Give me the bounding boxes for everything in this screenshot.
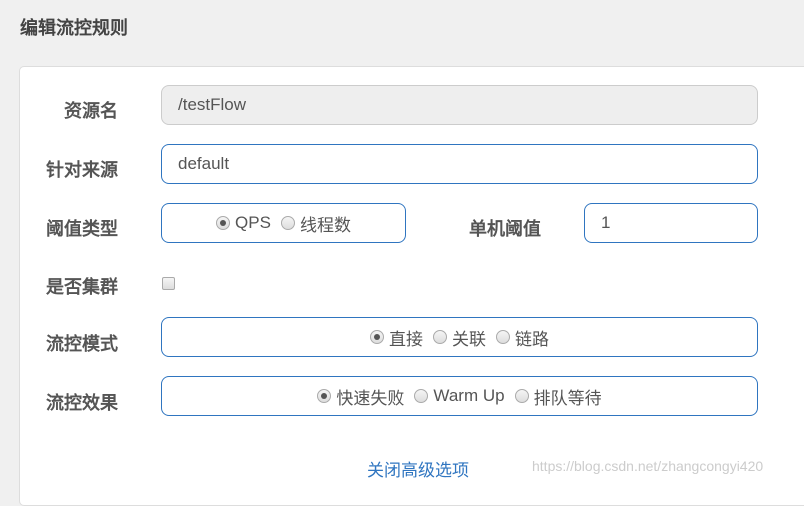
resource-label: 资源名 xyxy=(64,101,118,121)
strategy-radio-group: 直接 关联 链路 xyxy=(161,317,758,357)
form-card xyxy=(19,66,804,506)
radio-label: Warm Up xyxy=(433,386,505,405)
radio-direct[interactable]: 直接 xyxy=(370,325,423,350)
count-label: 单机阈值 xyxy=(469,219,541,239)
cluster-checkbox[interactable] xyxy=(162,277,175,290)
radio-warm-up[interactable]: Warm Up xyxy=(414,386,505,406)
toggle-advanced-link[interactable]: 关闭高级选项 xyxy=(367,456,469,481)
radio-icon-checked xyxy=(370,330,384,344)
radio-label: 直接 xyxy=(389,329,423,349)
behavior-radio-group: 快速失败 Warm Up 排队等待 xyxy=(161,376,758,416)
radio-icon xyxy=(496,330,510,344)
behavior-label: 流控效果 xyxy=(46,393,118,413)
limit-app-label: 针对来源 xyxy=(46,160,118,180)
radio-icon xyxy=(514,389,529,403)
radio-icon-checked xyxy=(317,389,332,403)
count-input[interactable]: 1 xyxy=(584,203,758,243)
limit-app-value: default xyxy=(178,154,230,173)
radio-label: QPS xyxy=(235,213,271,232)
radio-fail-fast[interactable]: 快速失败 xyxy=(317,384,404,409)
radio-icon xyxy=(433,330,447,344)
watermark: https://blog.csdn.net/zhangcongyi420 xyxy=(532,458,764,474)
radio-relate[interactable]: 关联 xyxy=(433,325,486,350)
radio-label: 排队等待 xyxy=(533,388,602,408)
resource-value: /testFlow xyxy=(178,95,247,114)
strategy-label: 流控模式 xyxy=(46,334,118,354)
radio-label: 链路 xyxy=(515,329,549,349)
radio-label: 关联 xyxy=(452,329,486,349)
radio-qps[interactable]: QPS xyxy=(216,213,271,233)
grade-label: 阈值类型 xyxy=(46,219,118,239)
cluster-label: 是否集群 xyxy=(46,277,118,297)
grade-radio-group: QPS 线程数 xyxy=(161,203,406,243)
count-value: 1 xyxy=(601,213,611,232)
radio-chain[interactable]: 链路 xyxy=(496,325,549,350)
radio-icon xyxy=(280,216,295,230)
radio-queue[interactable]: 排队等待 xyxy=(514,384,602,409)
radio-label: 快速失败 xyxy=(336,388,405,408)
resource-input[interactable]: /testFlow xyxy=(161,85,758,125)
radio-thread[interactable]: 线程数 xyxy=(280,211,351,236)
radio-label: 线程数 xyxy=(299,215,351,235)
radio-icon xyxy=(414,389,429,403)
limit-app-input[interactable]: default xyxy=(161,144,758,184)
dialog-title: 编辑流控规则 xyxy=(20,18,128,38)
radio-icon-checked xyxy=(216,216,231,230)
